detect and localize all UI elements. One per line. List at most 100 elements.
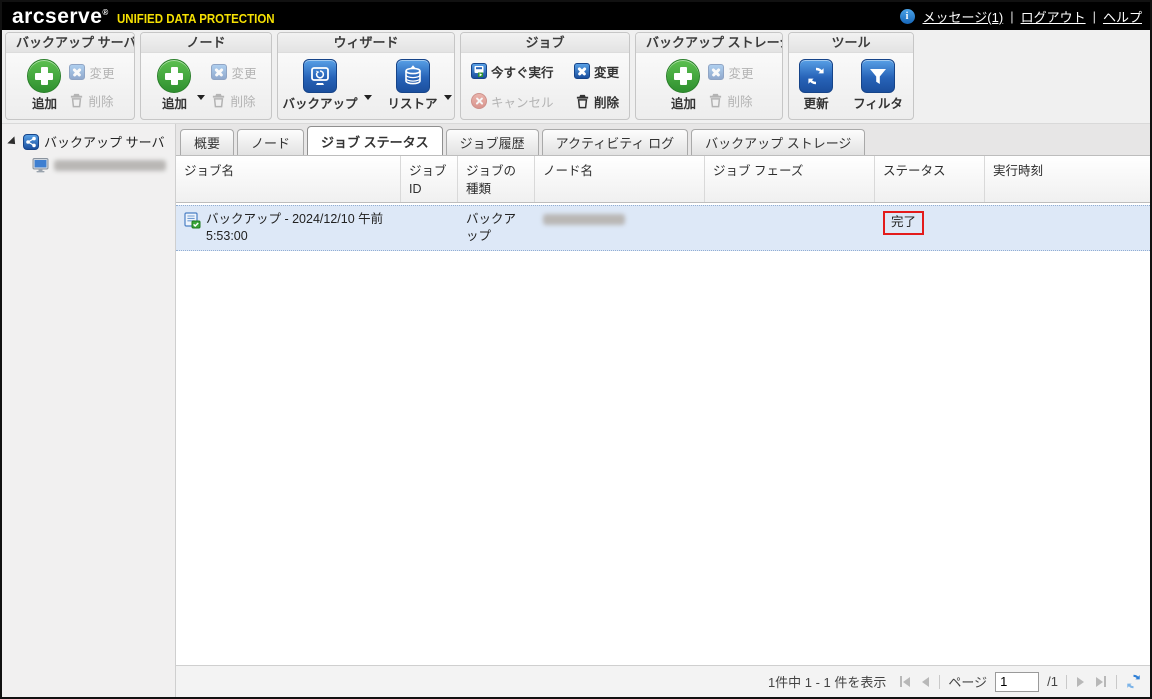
backup-server-delete-button[interactable]: 削除 (69, 91, 114, 110)
backup-storage-add-button[interactable]: 追加 (664, 56, 702, 116)
logo-subtitle: UNIFIED DATA PROTECTION (117, 12, 275, 26)
backup-server-add-button[interactable]: 追加 (25, 56, 63, 116)
job-cancel-button[interactable]: キャンセル (471, 92, 554, 111)
page-input[interactable] (995, 672, 1039, 692)
column-header-run-time[interactable]: 実行時刻 (985, 156, 1150, 202)
registered-mark: ® (102, 8, 108, 17)
column-header-job-type[interactable]: ジョブの種類 (458, 156, 535, 202)
group-tools: ツール 更新 フィルタ (788, 32, 914, 120)
backup-server-modify-button[interactable]: 変更 (69, 63, 114, 82)
tree-node-backup-server[interactable]: バックアップ サーバ (6, 132, 171, 151)
tree-expand-caret[interactable] (7, 136, 18, 147)
filter-icon (861, 59, 895, 93)
tab-overview[interactable]: 概要 (180, 129, 234, 155)
tab-nodes[interactable]: ノード (237, 129, 304, 155)
column-header-node-name[interactable]: ノード名 (535, 156, 705, 202)
job-run-now-button[interactable]: 今すぐ実行 (471, 62, 554, 81)
wizard-backup-button[interactable]: バックアップ (280, 56, 359, 116)
help-link[interactable]: ヘルプ (1103, 7, 1142, 26)
trash-icon (69, 92, 84, 108)
cell-run-time (985, 206, 1150, 250)
top-links: i メッセージ(1) | ログアウト | ヘルプ (900, 7, 1142, 26)
group-backup-server-title: バックアップ サーバ (6, 33, 134, 53)
node-add-button[interactable]: 追加 (155, 56, 193, 116)
table-body: バックアップ - 2024/12/10 午前 5:53:00 バックアップ 完了 (176, 203, 1150, 665)
tab-job-history[interactable]: ジョブ履歴 (446, 129, 539, 155)
page-label: ページ (948, 672, 987, 691)
last-page-button[interactable] (1094, 674, 1108, 689)
tab-job-status[interactable]: ジョブ ステータス (307, 126, 443, 155)
pagination-bar: 1件中 1 - 1 件を表示 ページ /1 (176, 665, 1150, 697)
trash-icon (575, 93, 590, 109)
group-backup-server: バックアップ サーバ 追加 変更 削除 (5, 32, 135, 120)
cell-job-phase (705, 206, 875, 250)
top-bar: arcserve® UNIFIED DATA PROTECTION i メッセー… (2, 2, 1150, 30)
tab-activity-log[interactable]: アクティビティ ログ (542, 129, 688, 155)
group-wizard: ウィザード バックアップ リスト (277, 32, 455, 120)
group-job-title: ジョブ (461, 33, 629, 53)
column-header-job-id[interactable]: ジョブ ID (401, 156, 458, 202)
table-row[interactable]: バックアップ - 2024/12/10 午前 5:53:00 バックアップ 完了 (176, 205, 1150, 251)
cell-status: 完了 (875, 206, 985, 250)
group-node-title: ノード (141, 33, 271, 53)
tree-root-label: バックアップ サーバ (44, 132, 164, 151)
wizard-restore-button[interactable]: リストア (386, 56, 440, 116)
group-node: ノード 追加 変更 削除 (140, 32, 272, 120)
group-job: ジョブ 今すぐ実行 変更 (460, 32, 630, 120)
pagination-separator (1066, 675, 1067, 689)
pagination-summary: 1件中 1 - 1 件を表示 (768, 672, 886, 691)
navigation-tree: バックアップ サーバ (2, 124, 176, 697)
status-completed-annotation: 完了 (883, 211, 924, 235)
pagination-separator (1116, 675, 1117, 689)
add-icon (666, 59, 700, 93)
tools-filter-button[interactable]: フィルタ (851, 56, 905, 116)
info-icon: i (900, 9, 915, 24)
column-header-status[interactable]: ステータス (875, 156, 985, 202)
wizard-restore-dropdown-caret[interactable] (444, 95, 452, 100)
trash-icon (211, 92, 226, 108)
server-name-redacted (54, 160, 166, 171)
computer-icon (32, 158, 49, 173)
tab-backup-storage[interactable]: バックアップ ストレージ (691, 129, 865, 155)
backup-job-icon (184, 212, 201, 229)
backup-storage-delete-button[interactable]: 削除 (708, 91, 753, 110)
trash-icon (708, 92, 723, 108)
job-delete-button[interactable]: 削除 (575, 92, 619, 111)
logo-text: arcserve® (12, 6, 109, 27)
tools-refresh-button[interactable]: 更新 (797, 56, 835, 116)
node-delete-button[interactable]: 削除 (211, 91, 256, 110)
previous-page-button[interactable] (920, 675, 931, 689)
logout-link[interactable]: ログアウト (1021, 7, 1086, 26)
column-header-job-name[interactable]: ジョブ名 (176, 156, 401, 202)
next-page-button[interactable] (1075, 675, 1086, 689)
backup-wizard-icon (303, 59, 337, 93)
messages-link[interactable]: メッセージ(1) (923, 7, 1004, 26)
tab-bar: 概要 ノード ジョブ ステータス ジョブ履歴 アクティビティ ログ バックアップ… (176, 124, 1150, 155)
column-header-job-phase[interactable]: ジョブ フェーズ (705, 156, 875, 202)
cell-job-id (401, 206, 458, 250)
link-separator: | (1010, 9, 1013, 24)
ribbon-toolbar: バックアップ サーバ 追加 変更 削除 (2, 30, 1150, 124)
job-modify-button[interactable]: 変更 (574, 62, 619, 81)
pagination-separator (939, 675, 940, 689)
wizard-backup-dropdown-caret[interactable] (364, 95, 372, 100)
modify-icon (211, 64, 227, 80)
backup-storage-modify-button[interactable]: 変更 (708, 63, 753, 82)
job-status-grid: ジョブ名 ジョブ ID ジョブの種類 ノード名 ジョブ フェーズ ステータス 実… (176, 155, 1150, 697)
node-modify-button[interactable]: 変更 (211, 63, 256, 82)
first-page-button[interactable] (898, 674, 912, 689)
restore-wizard-icon (396, 59, 430, 93)
node-add-dropdown-caret[interactable] (197, 95, 205, 100)
run-now-icon (471, 63, 487, 79)
group-backup-storage-title: バックアップ ストレージ (636, 33, 782, 53)
grid-refresh-button[interactable] (1125, 673, 1142, 690)
group-wizard-title: ウィザード (278, 33, 454, 53)
cell-job-type: バックアップ (458, 206, 535, 250)
brand-logo: arcserve® UNIFIED DATA PROTECTION (12, 6, 288, 27)
modify-icon (69, 64, 85, 80)
backup-server-tree-icon (23, 134, 39, 150)
group-backup-storage: バックアップ ストレージ 追加 変更 削除 (635, 32, 783, 120)
cell-job-name: バックアップ - 2024/12/10 午前 5:53:00 (176, 206, 401, 250)
app-window: arcserve® UNIFIED DATA PROTECTION i メッセー… (0, 0, 1152, 699)
tree-node-server-item[interactable] (32, 158, 171, 173)
